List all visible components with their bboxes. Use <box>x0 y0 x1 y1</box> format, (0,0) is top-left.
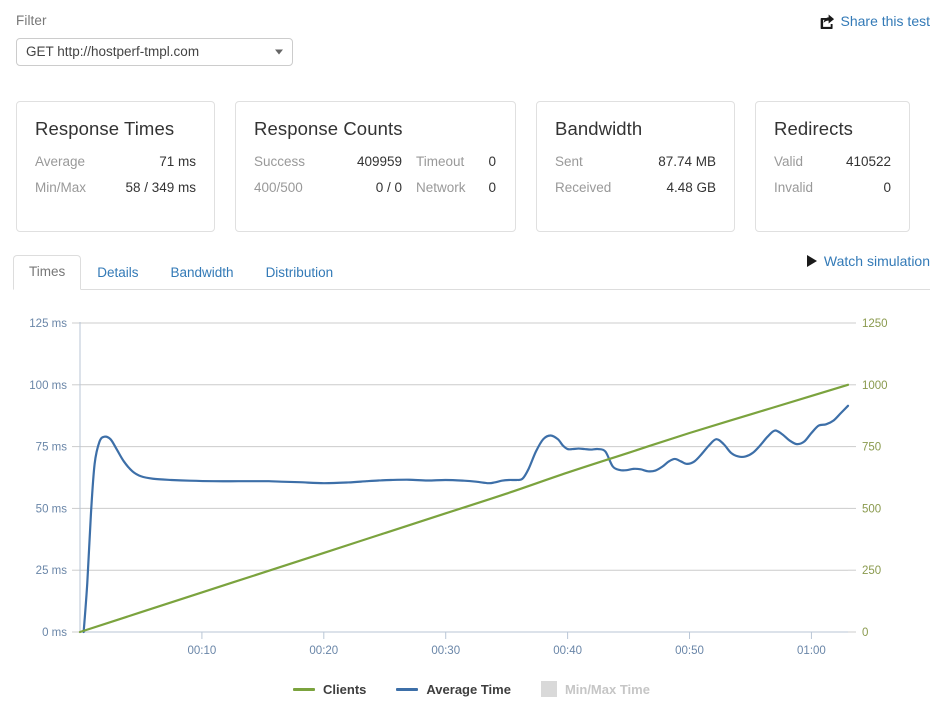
stat-key-success: Success <box>254 154 306 169</box>
svg-text:50 ms: 50 ms <box>36 503 68 515</box>
stat-key: Min/Max <box>35 180 87 195</box>
stat-row-average: Average 71 ms <box>35 154 196 169</box>
stat-value-timeout: 0 <box>488 154 496 169</box>
stat-value: 4.48 GB <box>666 180 716 195</box>
stat-key: Valid <box>774 154 804 169</box>
card-response-times: Response Times Average 71 ms Min/Max 58 … <box>16 101 215 232</box>
chart-legend: Clients Average Time Min/Max Time <box>0 681 943 697</box>
card-title: Redirects <box>774 118 854 139</box>
svg-text:00:10: 00:10 <box>188 645 217 657</box>
play-icon <box>806 255 817 267</box>
stat-value-400500: 0 / 0 <box>375 180 402 195</box>
stat-row-400500-network: 400/500 0 / 0 Network 0 <box>254 180 497 195</box>
legend-line-clients <box>293 687 316 691</box>
tab-times[interactable]: Times <box>13 255 82 290</box>
svg-text:00:40: 00:40 <box>553 645 582 657</box>
legend-box-minmax-time <box>540 681 557 697</box>
watch-simulation-label: Watch simulation <box>823 253 930 269</box>
watch-simulation-link[interactable]: Watch simulation <box>806 253 930 269</box>
stat-row-received: Received 4.48 GB <box>555 180 716 195</box>
svg-text:1250: 1250 <box>862 318 888 330</box>
stat-row-valid: Valid 410522 <box>774 154 891 169</box>
stat-key: Invalid <box>774 180 814 195</box>
stat-value: 87.74 MB <box>658 154 716 169</box>
share-this-test-link[interactable]: Share this test <box>820 13 931 29</box>
results-tab-bar: Times Details Bandwidth Distribution <box>13 255 930 290</box>
svg-text:250: 250 <box>862 565 881 577</box>
legend-item-average-time[interactable]: Average Time <box>396 682 511 697</box>
summary-cards: Response Times Average 71 ms Min/Max 58 … <box>16 101 910 232</box>
filter-select[interactable]: GET http://hostperf-tmpl.com <box>16 38 293 66</box>
legend-item-minmax-time[interactable]: Min/Max Time <box>540 681 650 697</box>
legend-item-clients[interactable]: Clients <box>293 682 366 697</box>
card-title: Response Counts <box>254 118 403 139</box>
stat-value: 71 ms <box>159 154 196 169</box>
svg-text:100 ms: 100 ms <box>29 380 67 392</box>
legend-label-clients: Clients <box>323 681 367 697</box>
svg-text:00:20: 00:20 <box>309 645 338 657</box>
stat-key-400500: 400/500 <box>254 180 303 195</box>
stat-row-success-timeout: Success 409959 Timeout 0 <box>254 154 497 169</box>
stat-key: Average <box>35 154 86 169</box>
svg-text:25 ms: 25 ms <box>36 565 68 577</box>
tab-distribution[interactable]: Distribution <box>250 256 350 290</box>
stat-row-minmax: Min/Max 58 / 349 ms <box>35 180 196 195</box>
card-title: Response Times <box>35 118 175 139</box>
svg-text:125 ms: 125 ms <box>29 318 67 330</box>
times-chart: 0 ms 25 ms 50 ms 75 ms 100 ms 125 ms 0 250 500 75… <box>0 300 943 660</box>
svg-text:01:00: 01:00 <box>797 645 826 657</box>
stat-key-timeout: Timeout <box>416 154 465 169</box>
card-response-counts: Response Counts Success 409959 Timeout 0… <box>235 101 516 232</box>
svg-text:0: 0 <box>862 627 868 639</box>
stat-row-sent: Sent 87.74 MB <box>555 154 716 169</box>
legend-line-average-time <box>396 687 419 691</box>
filter-label: Filter <box>16 13 47 28</box>
share-this-test-label: Share this test <box>840 13 931 29</box>
svg-text:00:30: 00:30 <box>431 645 460 657</box>
stat-key-network: Network <box>416 180 466 195</box>
stat-row-invalid: Invalid 0 <box>774 180 891 195</box>
stat-value: 410522 <box>845 154 891 169</box>
share-external-icon <box>820 13 835 29</box>
stat-value: 0 <box>883 180 891 195</box>
svg-text:00:50: 00:50 <box>675 645 704 657</box>
svg-text:1000: 1000 <box>862 380 888 392</box>
performance-test-results-page: Filter GET http://hostperf-tmpl.com Shar… <box>0 0 943 709</box>
chevron-down-icon <box>275 49 283 55</box>
stat-value-network: 0 <box>488 180 496 195</box>
card-title: Bandwidth <box>555 118 643 139</box>
times-chart-svg[interactable]: 0 ms 25 ms 50 ms 75 ms 100 ms 125 ms 0 250 500 75… <box>0 300 943 660</box>
legend-label-minmax-time: Min/Max Time <box>564 681 650 697</box>
stat-value: 58 / 349 ms <box>125 180 196 195</box>
tab-bandwidth[interactable]: Bandwidth <box>155 256 250 290</box>
filter-selected-value: GET http://hostperf-tmpl.com <box>26 44 200 59</box>
card-redirects: Redirects Valid 410522 Invalid 0 <box>755 101 910 232</box>
svg-text:0 ms: 0 ms <box>42 627 67 639</box>
stat-value-success: 409959 <box>356 154 402 169</box>
stat-key: Received <box>555 180 612 195</box>
stat-key: Sent <box>555 154 583 169</box>
card-bandwidth: Bandwidth Sent 87.74 MB Received 4.48 GB <box>536 101 735 232</box>
svg-text:75 ms: 75 ms <box>36 442 68 454</box>
svg-text:750: 750 <box>862 442 881 454</box>
svg-text:500: 500 <box>862 503 881 515</box>
legend-label-average-time: Average Time <box>426 681 511 697</box>
tab-details[interactable]: Details <box>81 256 154 290</box>
